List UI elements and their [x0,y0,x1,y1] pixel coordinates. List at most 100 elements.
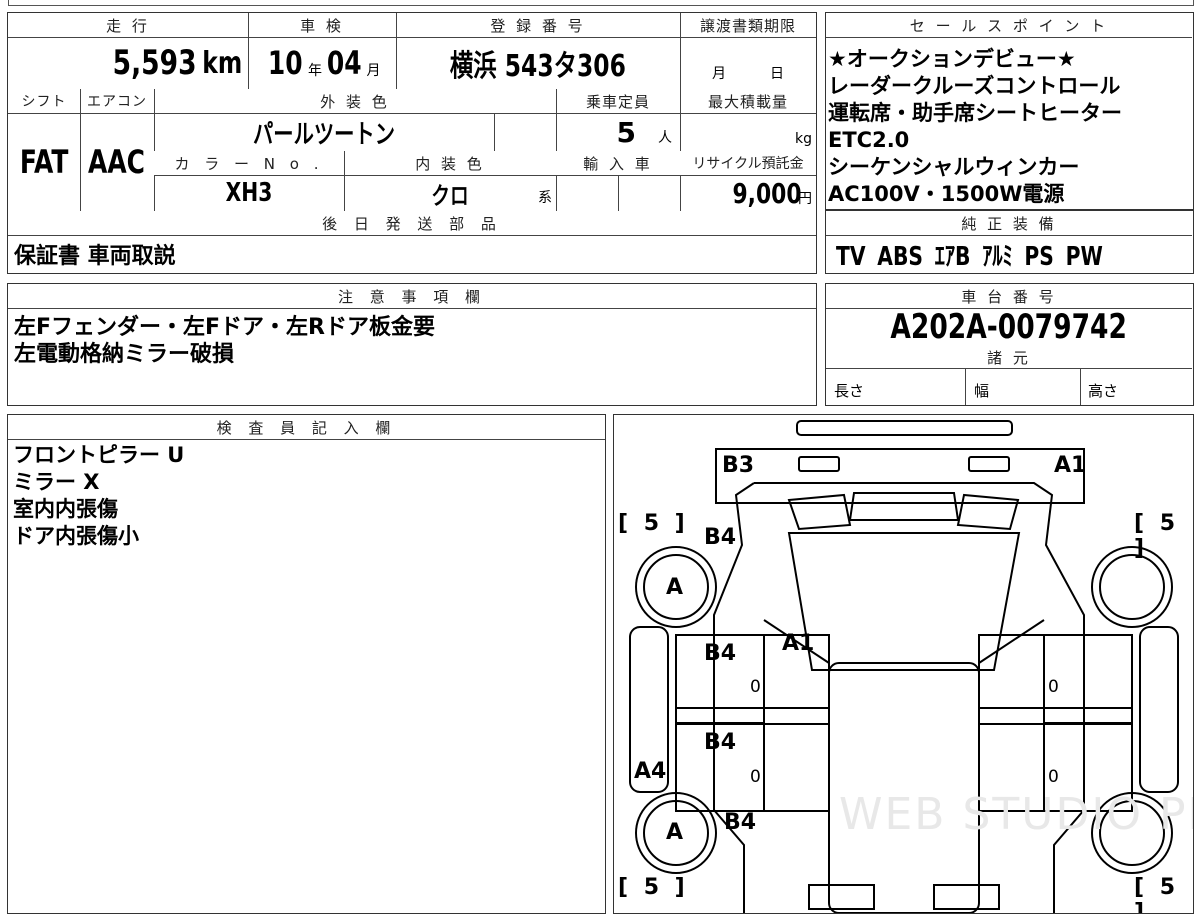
equipment-box: 純 正 装 備 TV ABS ｴｱB ｱﾙﾐ PS PW [825,210,1194,274]
damage-mark-a1-front: A1 [1054,453,1087,478]
max-load-header: 最大積載量 [680,89,816,113]
damage-mark-b4-front-door: B4 [704,641,737,666]
chassis-number: A202A-0079742 [890,307,1128,347]
tire-tread-front-right: [ 5 ] [1134,511,1180,561]
sales-points-list: ★オークションデビュー★ レーダークルーズコントロール 運転席・助手席シートヒー… [828,46,1122,208]
inspection-year: 10 [268,44,304,82]
sales-point: ★オークションデビュー★ [828,47,1076,71]
inspector-header: 検 査 員 記 入 欄 [8,415,605,439]
later-parts-header: 後 日 発 送 部 品 [8,211,816,235]
notes-header: 注 意 事 項 欄 [8,284,816,308]
transfer-month-unit: 月 [712,66,726,82]
color-no-header: カ ラ ー N o . [154,151,344,175]
capacity-number: 5 [616,115,636,149]
damage-mark-b4-fender: B4 [704,525,737,550]
inspector-box: 検 査 員 記 入 欄 フロントピラー U ミラー X 室内内張傷 ドア内張傷小 [7,414,606,914]
mileage-number: 5,593 [112,43,197,83]
interior-color-suffix: 系 [538,190,552,206]
door-marker-right-rear: 0 [1048,767,1059,787]
equipment-header: 純 正 装 備 [826,211,1192,235]
spec-width: 幅 [974,381,990,400]
capacity-value: 5 人 [556,113,680,151]
exterior-color-header: 外 装 色 [154,89,556,113]
registration-value: 横浜 543タ306 [396,37,680,89]
capacity-unit: 人 [658,130,672,146]
interior-color-text: クロ [431,181,469,210]
aircon-text: AAC [88,143,146,181]
later-parts-value: 保証書 車両取説 [8,235,816,273]
notes-box: 注 意 事 項 欄 左Fフェンダー・左Fドア・左Rドア板金要 左電動格納ミラー破… [7,283,817,406]
damage-mark-b4-rear-door: B4 [704,730,737,755]
door-marker-left-rear: 0 [750,767,761,787]
transfer-deadline-value: 月 日 [680,37,816,89]
tire-tread-rear-right: [ 5 ] [1134,875,1180,914]
shift-header: シフト [8,89,80,113]
capacity-header: 乗車定員 [556,89,680,113]
recycle-value: 9,000 円 [680,175,816,211]
damage-mark-a-wheel-rear: A [666,820,684,845]
note-line: 左Fフェンダー・左Fドア・左Rドア板金要 [14,315,435,340]
recycle-number: 9,000 [732,176,802,210]
inspector-line: フロントピラー U [13,443,185,467]
watermark: WEB STUDIO PRO [839,789,1193,840]
aircon-value: AAC [80,113,154,211]
sales-points-header: セ ー ル ス ポ イ ン ト [826,13,1192,37]
sales-points-box: セ ー ル ス ポ イ ン ト ★オークションデビュー★ レーダークルーズコント… [825,12,1194,210]
max-load-unit: kg [795,131,812,147]
spec-length: 長さ [834,381,865,400]
inspection-value: 10 年 04 月 [248,37,396,89]
notes-list: 左Fフェンダー・左Fドア・左Rドア板金要 左電動格納ミラー破損 [14,314,435,368]
equipment-value: TV ABS ｴｱB ｱﾙﾐ PS PW [826,235,1192,273]
sales-point: シーケンシャルウィンカー [828,155,1080,179]
sales-point: AC100V・1500W電源 [828,182,1065,206]
equipment-items: TV ABS ｴｱB ｱﾙﾐ PS PW [836,241,1103,272]
tire-tread-front-left: [ 5 ] [618,511,689,536]
interior-color-value: クロ 系 [344,175,556,211]
chassis-header: 車 台 番 号 [826,284,1192,308]
mileage-header: 走 行 [8,13,248,37]
inspector-list: フロントピラー U ミラー X 室内内張傷 ドア内張傷小 [13,442,184,550]
inspection-month-unit: 月 [366,63,381,79]
later-parts-text: 保証書 車両取説 [14,244,176,269]
registration-number: 横浜 543タ306 [449,49,627,84]
inspector-line: 室内内張傷 [13,497,118,521]
registration-header: 登 録 番 号 [396,13,680,37]
sales-point: 運転席・助手席シートヒーター [828,101,1122,125]
damage-mark-b4-rear: B4 [724,810,757,835]
interior-color-header: 内 装 色 [344,151,556,175]
tire-tread-rear-left: [ 5 ] [618,875,689,900]
sales-point: ETC2.0 [828,128,910,152]
damage-mark-a4: A4 [634,759,667,784]
shift-text: FAT [19,143,69,181]
exterior-color-text: パールツートン [253,119,395,150]
vehicle-info-table: 走 行 車 検 登 録 番 号 譲渡書類期限 5,593 km 10 年 04 … [7,12,817,274]
inspector-line: ミラー X [13,470,100,494]
transfer-deadline-header: 譲渡書類期限 [680,13,816,37]
shift-value: FAT [8,113,80,211]
max-load-value: kg [680,113,816,151]
inspection-month: 04 [326,44,362,82]
inspection-year-unit: 年 [308,63,322,79]
vehicle-damage-diagram: [ 5 ] [ 5 ] [ 5 ] [ 5 ] B3 A1 B4 A B4 A1… [613,414,1194,914]
chassis-box: 車 台 番 号 A202A-0079742 諸 元 長さ 幅 高さ [825,283,1194,406]
door-marker-left-front: 0 [750,677,761,697]
door-marker-right-front: 0 [1048,677,1059,697]
damage-mark-a-wheel-front: A [666,575,684,600]
damage-mark-a1-pillar: A1 [782,631,815,656]
specs-header: 諸 元 [826,346,1192,368]
inspection-header: 車 検 [248,13,396,37]
mileage-value: 5,593 km [8,37,246,89]
transfer-day-unit: 日 [770,66,784,82]
sales-point: レーダークルーズコントロール [828,74,1121,98]
note-line: 左電動格納ミラー破損 [14,342,235,367]
damage-mark-b3: B3 [722,453,755,478]
inspector-line: ドア内張傷小 [13,524,139,548]
top-clipped-strip [8,0,1194,6]
import-header: 輸 入 車 [556,151,680,175]
color-no-value: XH3 [154,175,344,211]
mileage-unit: km [202,45,242,81]
recycle-header: リサイクル預託金 [680,151,816,175]
aircon-header: エアコン [80,89,154,113]
chassis-number-cell: A202A-0079742 [826,307,1192,347]
exterior-color-value: パールツートン [154,113,494,151]
